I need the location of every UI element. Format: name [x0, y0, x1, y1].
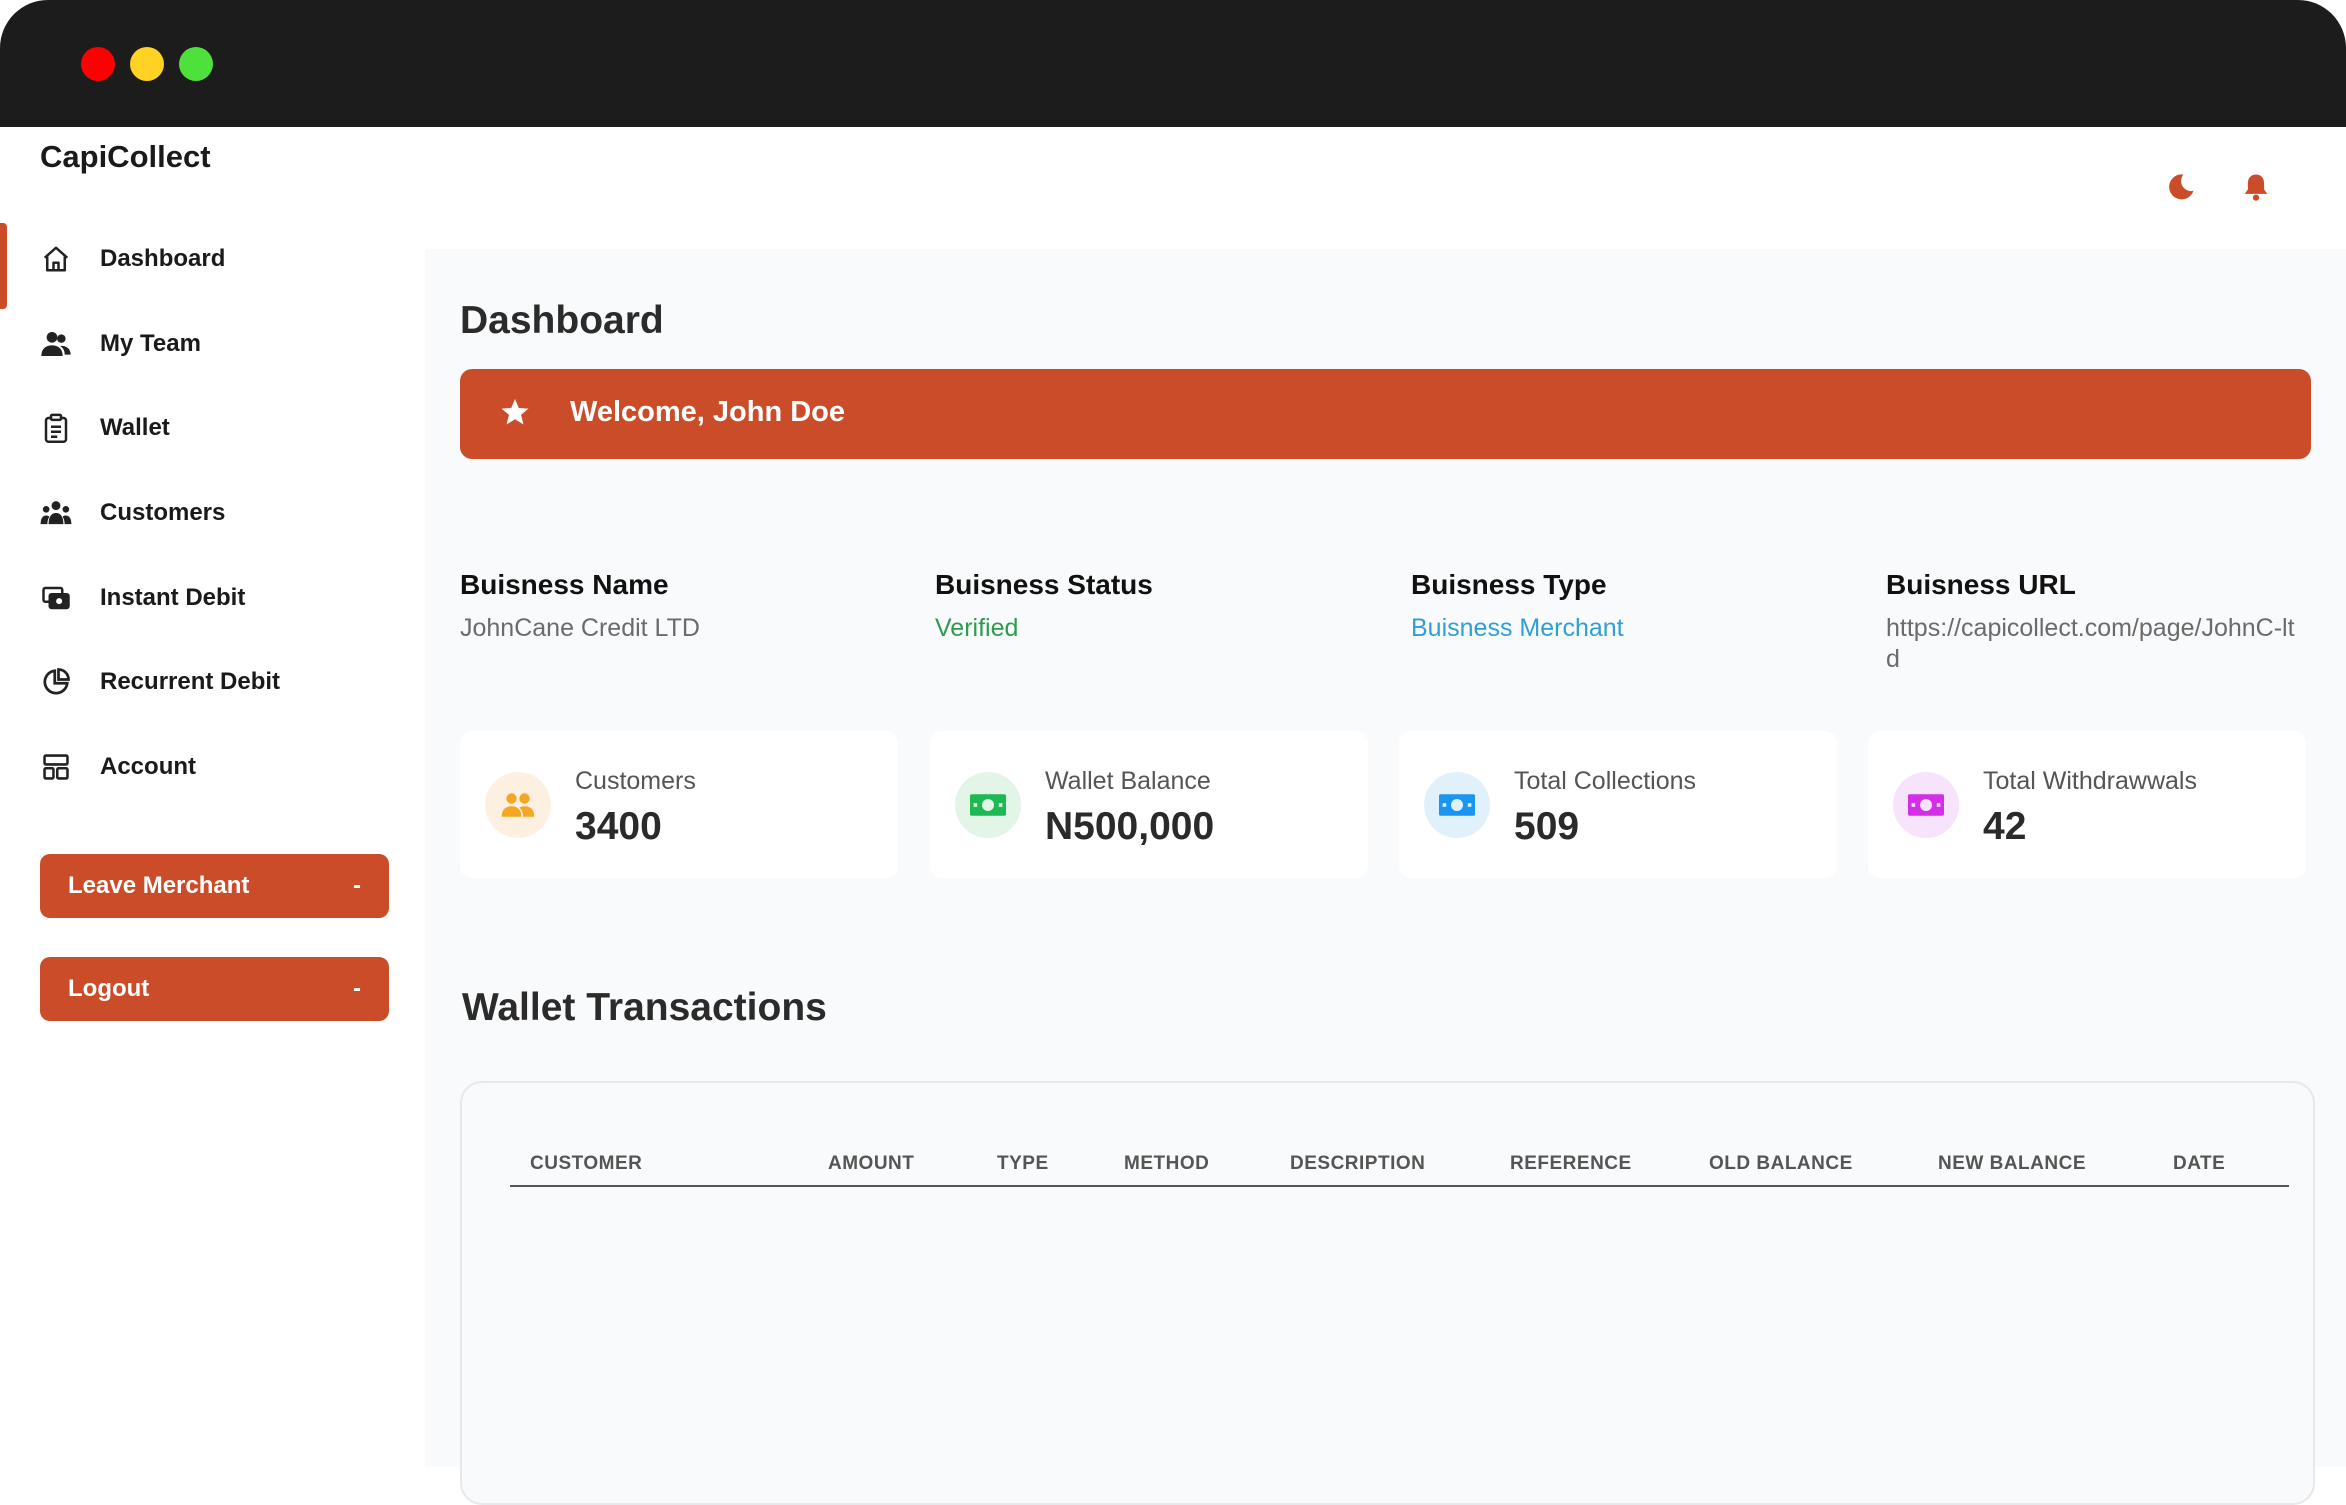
brand-logo[interactable]: CapiCollect — [40, 139, 211, 175]
logout-button[interactable]: Logout - — [40, 957, 389, 1021]
column-header-date[interactable]: DATE — [2173, 1153, 2225, 1175]
stat-value: 42 — [1983, 805, 2027, 848]
team-icon — [39, 327, 73, 361]
sidebar-item-account[interactable]: Account — [0, 737, 425, 797]
business-status-block: Buisness Status Verified — [935, 569, 1375, 644]
table-header: CUSTOMER AMOUNT TYPE METHOD DESCRIPTION … — [510, 1143, 2289, 1187]
column-header-old-balance[interactable]: OLD BALANCE — [1709, 1153, 1853, 1175]
stat-card-total-collections[interactable]: Total Collections 509 — [1399, 731, 1837, 878]
layout-icon — [39, 750, 73, 784]
sidebar-item-label: My Team — [100, 330, 201, 357]
sidebar-item-instant-debit[interactable]: Instant Debit — [0, 568, 425, 628]
business-name-label: Buisness Name — [460, 569, 669, 600]
stat-label: Total Collections — [1514, 767, 1697, 795]
business-url-block: Buisness URL https://capicollect.com/pag… — [1886, 569, 2296, 675]
business-url-label: Buisness URL — [1886, 569, 2076, 600]
people-icon — [485, 772, 551, 838]
leave-merchant-label: Leave Merchant — [68, 872, 250, 899]
page-title: Dashboard — [460, 299, 664, 342]
business-status-value: Verified — [935, 614, 1019, 642]
leave-merchant-button[interactable]: Leave Merchant - — [40, 854, 389, 918]
sidebar-item-label: Customers — [100, 499, 226, 526]
stat-label: Customers — [575, 767, 696, 795]
customers-icon — [39, 496, 73, 530]
home-icon — [39, 242, 73, 276]
column-header-description[interactable]: DESCRIPTION — [1290, 1153, 1425, 1175]
column-header-customer[interactable]: CUSTOMER — [530, 1153, 642, 1175]
column-header-method[interactable]: METHOD — [1124, 1153, 1209, 1175]
clipboard-icon — [39, 411, 73, 445]
money-icon — [1424, 772, 1490, 838]
money-icon — [1893, 772, 1959, 838]
sidebar-item-dashboard[interactable]: Dashboard — [0, 229, 425, 289]
wallet-transactions-title: Wallet Transactions — [462, 986, 827, 1029]
business-status-label: Buisness Status — [935, 569, 1153, 600]
sidebar-item-label: Account — [100, 753, 196, 780]
business-url-value[interactable]: https://capicollect.com/page/JohnC-ltd — [1886, 613, 2296, 675]
app-window: CapiCollect Dashboard My Team Wallet Cus… — [0, 127, 2346, 1505]
welcome-banner: Welcome, John Doe — [460, 369, 2311, 459]
bell-icon — [2242, 174, 2270, 206]
maximize-window-button[interactable] — [179, 47, 213, 81]
sidebar-item-label: Dashboard — [100, 245, 226, 272]
welcome-message: Welcome, John Doe — [570, 396, 846, 428]
sidebar-item-label: Instant Debit — [100, 584, 246, 611]
close-window-button[interactable] — [81, 47, 115, 81]
stat-value: N500,000 — [1045, 805, 1215, 848]
logout-label: Logout — [68, 975, 150, 1002]
main-content: Dashboard Welcome, John Doe Buisness Nam… — [425, 249, 2346, 1505]
column-header-new-balance[interactable]: NEW BALANCE — [1938, 1153, 2086, 1175]
leave-merchant-suffix: - — [353, 872, 361, 899]
column-header-type[interactable]: TYPE — [997, 1153, 1049, 1175]
notifications-button[interactable] — [2242, 172, 2270, 207]
column-header-amount[interactable]: AMOUNT — [828, 1153, 914, 1175]
minimize-window-button[interactable] — [130, 47, 164, 81]
stat-card-total-withdrawals[interactable]: Total Withdrawwals 42 — [1868, 731, 2306, 878]
stat-label: Wallet Balance — [1045, 767, 1211, 795]
stat-card-customers[interactable]: Customers 3400 — [460, 731, 898, 878]
sidebar-item-recurrent-debit[interactable]: Recurrent Debit — [0, 652, 425, 712]
column-header-reference[interactable]: REFERENCE — [1510, 1153, 1632, 1175]
sidebar: CapiCollect Dashboard My Team Wallet Cus… — [0, 127, 425, 1467]
sidebar-item-label: Wallet — [100, 414, 170, 441]
stat-value: 509 — [1514, 805, 1580, 848]
stat-value: 3400 — [575, 805, 662, 848]
business-type-label: Buisness Type — [1411, 569, 1607, 600]
star-icon — [500, 397, 534, 431]
window-titlebar — [0, 0, 2346, 127]
sidebar-item-customers[interactable]: Customers — [0, 483, 425, 543]
theme-toggle-button[interactable] — [2166, 172, 2196, 207]
business-type-block: Buisness Type Buisness Merchant — [1411, 569, 1851, 644]
business-name-block: Buisness Name JohnCane Credit LTD — [460, 569, 900, 644]
logout-suffix: - — [353, 975, 361, 1002]
stat-label: Total Withdrawwals — [1983, 767, 2197, 795]
sidebar-item-label: Recurrent Debit — [100, 668, 281, 695]
business-type-value: Buisness Merchant — [1411, 614, 1624, 642]
moon-icon — [2166, 174, 2196, 206]
money-icon — [955, 772, 1021, 838]
cash-icon — [39, 581, 73, 615]
sidebar-item-wallet[interactable]: Wallet — [0, 398, 425, 458]
business-name-value: JohnCane Credit LTD — [460, 614, 700, 642]
sidebar-item-my-team[interactable]: My Team — [0, 314, 425, 374]
transactions-table: CUSTOMER AMOUNT TYPE METHOD DESCRIPTION … — [460, 1081, 2315, 1505]
stat-card-wallet-balance[interactable]: Wallet Balance N500,000 — [930, 731, 1368, 878]
pie-chart-icon — [39, 665, 73, 699]
